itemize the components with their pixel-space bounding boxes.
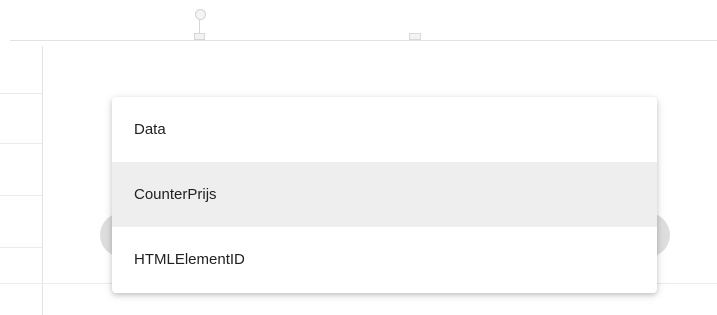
dropdown-menu: Data CounterPrijs HTMLElementID	[112, 97, 657, 293]
menu-item-data[interactable]: Data	[112, 97, 657, 162]
pin-icon-stem	[199, 19, 200, 34]
left-panel-border	[42, 46, 43, 315]
left-panel-row-divider	[0, 195, 42, 196]
marker-icon	[409, 33, 421, 40]
pin-icon-head	[195, 9, 206, 20]
pin-icon-base	[194, 33, 205, 40]
left-panel-row-divider	[0, 93, 42, 94]
left-panel-row-divider	[0, 143, 42, 144]
menu-item-counterprijs[interactable]: CounterPrijs	[112, 162, 657, 227]
canvas-top-divider	[10, 40, 717, 41]
left-panel-row-divider	[0, 247, 42, 248]
menu-item-htmlelementid[interactable]: HTMLElementID	[112, 227, 657, 292]
